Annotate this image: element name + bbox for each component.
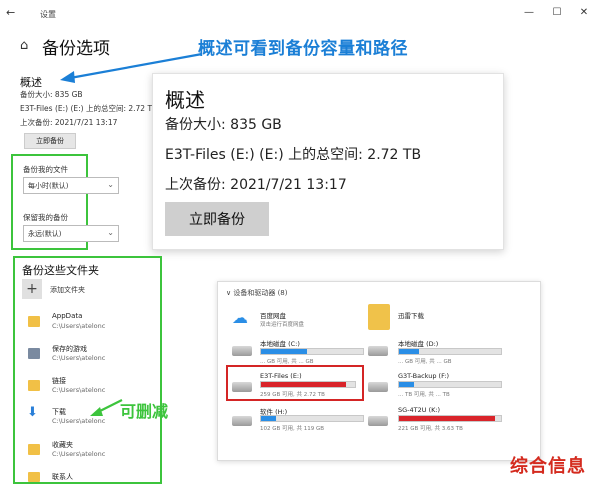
home-icon[interactable]: ⌂ xyxy=(20,38,28,53)
keep-backups-select[interactable]: 永远(默认) ⌄ xyxy=(23,225,119,242)
zoom-total-space: E3T-Files (E:) (E:) 上的总空间: 2.72 TB xyxy=(165,147,422,163)
folder-item-name[interactable]: 链接 xyxy=(52,376,66,386)
close-button[interactable]: ✕ xyxy=(577,7,591,18)
local-disk-icon xyxy=(368,346,388,356)
drive-name[interactable]: 本地磁盘 (C:) xyxy=(260,338,300,348)
devices-and-drives-heading[interactable]: ∨ 设备和驱动器 (8) xyxy=(226,288,288,298)
saved-games-icon xyxy=(28,348,40,359)
drive-name[interactable]: 百度网盘 xyxy=(260,310,286,320)
folder-icon xyxy=(28,316,40,327)
drive-usage-fill xyxy=(261,382,346,387)
drive-info: 102 GB 可用, 共 119 GB xyxy=(260,426,325,432)
drive-usage-bar xyxy=(260,381,356,388)
drive-info: ... GB 可用, 共 ... GB xyxy=(260,359,314,365)
links-folder-icon xyxy=(28,380,40,391)
drive-usage-bar xyxy=(260,348,364,355)
minimize-button[interactable]: — xyxy=(522,7,536,18)
drive-usage-fill xyxy=(399,416,495,421)
folder-item-path: C:\Users\atelonc xyxy=(52,354,106,362)
drive-name[interactable]: 本地磁盘 (D:) xyxy=(398,338,438,348)
add-folder-button[interactable]: + xyxy=(22,279,42,299)
site-logo: 综合信息 xyxy=(510,456,586,477)
drive-name[interactable]: E3T-Files (E:) xyxy=(260,372,302,380)
folder-item-name[interactable]: AppData xyxy=(52,312,82,320)
local-disk-icon xyxy=(232,346,252,356)
folder-item-path: C:\Users\atelonc xyxy=(52,322,106,330)
folder-item-name[interactable]: 保存的游戏 xyxy=(52,344,87,354)
overview-size: 备份大小: 835 GB xyxy=(20,90,83,99)
annotation-arrow-icon xyxy=(90,399,123,416)
overview-zoom-panel: 概述 备份大小: 835 GB E3T-Files (E:) (E:) 上的总空… xyxy=(152,73,504,250)
drive-usage-fill xyxy=(399,349,420,354)
drive-info: ... GB 可用, 共 ... GB xyxy=(398,359,452,365)
drive-usage-bar xyxy=(398,381,502,388)
drive-usage-bar xyxy=(260,415,364,422)
drive-name[interactable]: SG-4T2U (K:) xyxy=(398,406,440,414)
baidu-netdisk-icon: ☁ xyxy=(232,308,248,327)
keep-backups-label: 保留我的备份 xyxy=(23,213,68,222)
drives-explorer-panel: ∨ 设备和驱动器 (8) ☁ 百度网盘 双击运行百度网盘 迅雷下载 本地磁盘 (… xyxy=(217,281,541,461)
xunlei-download-icon xyxy=(368,304,390,330)
zoom-backup-size: 备份大小: 835 GB xyxy=(165,117,282,133)
folder-item-path: C:\Users\atelonc xyxy=(52,450,106,458)
download-arrow-icon: ⬇ xyxy=(27,405,38,420)
backup-frequency-value: 每小时(默认) xyxy=(28,182,69,190)
chevron-down-icon: ⌄ xyxy=(107,180,114,189)
folders-heading: 备份这些文件夹 xyxy=(22,264,99,277)
drive-usage-fill xyxy=(261,349,307,354)
drive-info: ... TB 可用, 共 ... TB xyxy=(398,392,450,398)
title-bar: ← 设置 — ☐ ✕ xyxy=(0,0,594,30)
zoom-overview-heading: 概述 xyxy=(165,88,205,112)
contacts-folder-icon xyxy=(28,472,40,482)
drive-icon xyxy=(368,382,388,392)
annotation-overview: 概述可看到备份容量和路径 xyxy=(198,39,408,59)
keep-backups-value: 永远(默认) xyxy=(28,230,62,238)
overview-heading: 概述 xyxy=(20,76,42,89)
drive-info: 双击运行百度网盘 xyxy=(260,322,305,328)
backup-now-button[interactable]: 立即备份 xyxy=(24,133,76,149)
folder-item-name[interactable]: 联系人 xyxy=(52,472,73,482)
folder-item-name[interactable]: 下载 xyxy=(52,407,66,417)
drive-usage-fill xyxy=(261,416,277,421)
drive-usage-bar xyxy=(398,415,502,422)
annotation-deletable: 可删减 xyxy=(120,402,169,421)
drive-usage-fill xyxy=(399,382,415,387)
overview-total: E3T-Files (E:) (E:) 上的总空间: 2.72 TB xyxy=(20,104,158,113)
back-arrow-icon[interactable]: ← xyxy=(6,6,15,19)
drive-name[interactable]: 迅雷下载 xyxy=(398,310,424,320)
overview-last-backup: 上次备份: 2021/7/21 13:17 xyxy=(20,118,118,127)
plus-icon: + xyxy=(26,281,38,297)
drive-icon xyxy=(232,382,252,392)
window-title: 设置 xyxy=(40,10,56,19)
zoom-backup-now-button[interactable]: 立即备份 xyxy=(165,202,269,236)
add-folder-label: 添加文件夹 xyxy=(50,286,85,294)
backup-frequency-select[interactable]: 每小时(默认) ⌄ xyxy=(23,177,119,194)
chevron-down-icon: ⌄ xyxy=(107,228,114,237)
folder-item-path: C:\Users\atelonc xyxy=(52,417,106,425)
maximize-button[interactable]: ☐ xyxy=(550,7,564,18)
drive-usage-bar xyxy=(398,348,502,355)
drive-name[interactable]: G3T-Backup (F:) xyxy=(398,372,449,380)
folder-item-name[interactable]: 收藏夹 xyxy=(52,440,73,450)
favorites-folder-icon xyxy=(28,444,40,455)
drive-info: 221 GB 可用, 共 3.63 TB xyxy=(398,426,463,432)
drive-icon xyxy=(368,416,388,426)
folder-item-path: C:\Users\atelonc xyxy=(52,386,106,394)
drive-icon xyxy=(232,416,252,426)
backup-frequency-label: 备份我的文件 xyxy=(23,165,68,174)
zoom-last-backup: 上次备份: 2021/7/21 13:17 xyxy=(165,177,347,193)
drive-info: 259 GB 可用, 共 2.72 TB xyxy=(260,392,325,398)
